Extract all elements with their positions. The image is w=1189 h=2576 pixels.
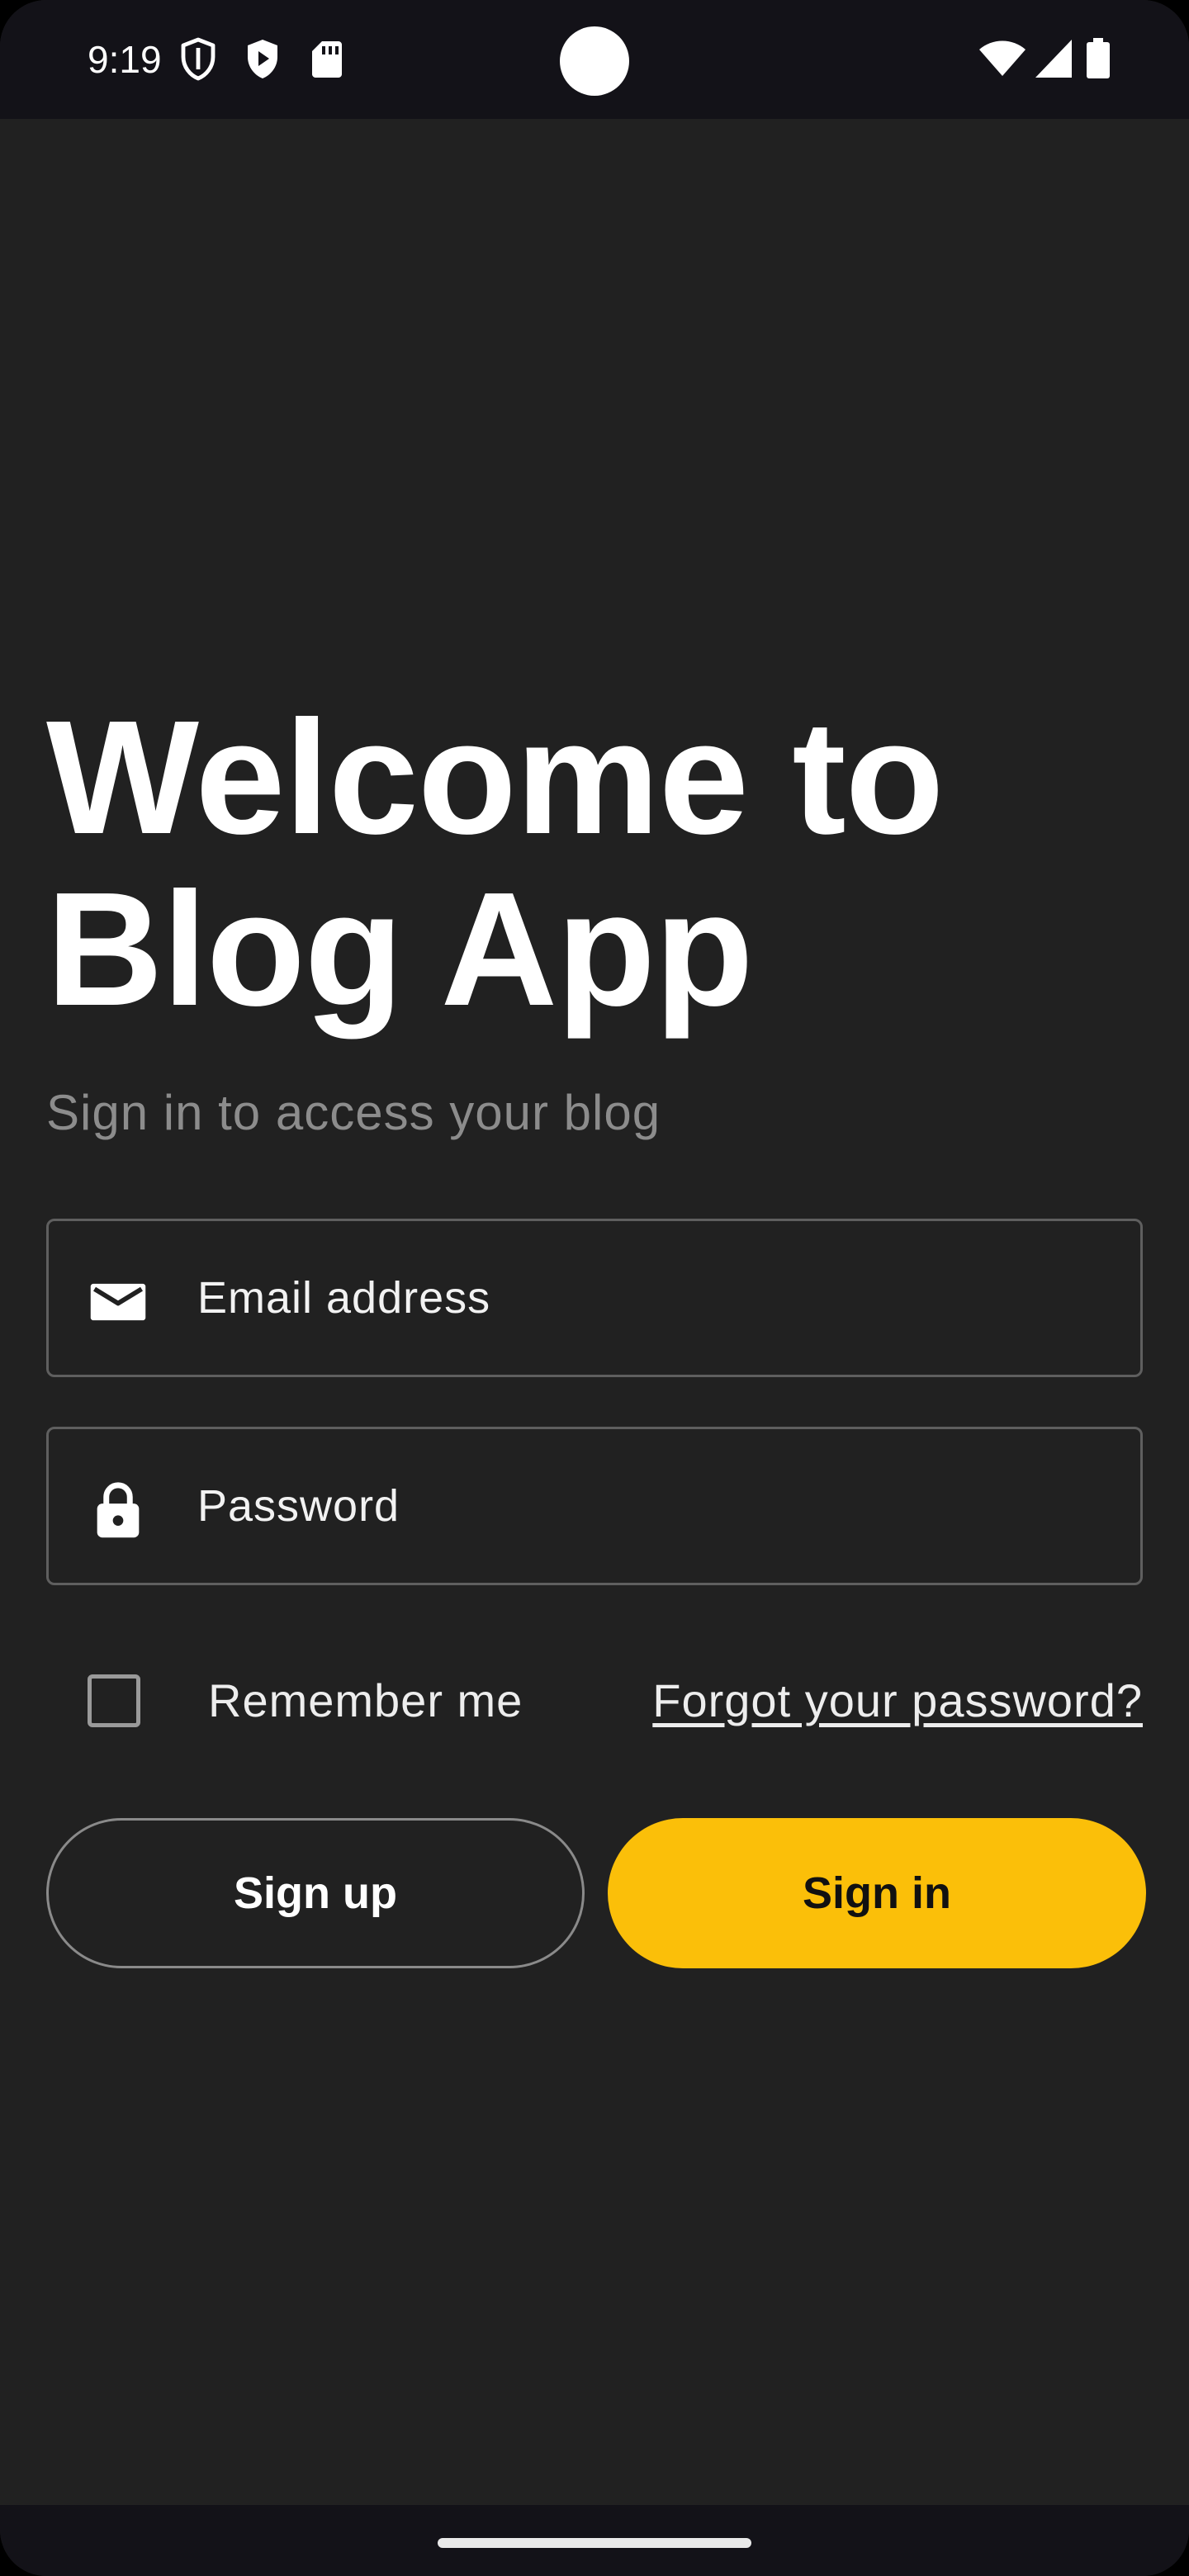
remember-me-checkbox[interactable] — [88, 1674, 140, 1727]
remember-me-label[interactable]: Remember me — [208, 1669, 523, 1732]
password-field[interactable] — [46, 1427, 1143, 1585]
status-time: 9:19 — [88, 38, 162, 81]
page-subtitle: Sign in to access your blog — [46, 1085, 661, 1140]
page-title: Welcome to Blog App — [46, 687, 944, 1039]
shield-icon — [178, 36, 218, 83]
sign-up-button[interactable]: Sign up — [46, 1818, 585, 1968]
sign-in-button[interactable]: Sign in — [608, 1818, 1146, 1968]
home-indicator[interactable] — [438, 2538, 751, 2548]
lock-icon — [87, 1479, 149, 1541]
camera-cutout — [560, 26, 629, 96]
login-screen: 9:19 Welcome to Blog App Sign in to acce… — [0, 0, 1189, 2576]
forgot-password-link[interactable]: Forgot your password? — [652, 1669, 1143, 1732]
navigation-bar — [0, 2505, 1189, 2576]
battery-icon — [1083, 36, 1113, 83]
sd-card-icon — [307, 36, 347, 83]
password-input[interactable] — [197, 1429, 1122, 1583]
email-input[interactable] — [197, 1221, 1122, 1375]
mail-icon — [87, 1271, 149, 1333]
wifi-icon — [978, 36, 1027, 83]
email-field[interactable] — [46, 1219, 1143, 1377]
cell-signal-icon — [1032, 36, 1075, 83]
status-bar: 9:19 — [0, 0, 1189, 119]
play-protect-icon — [243, 36, 282, 83]
